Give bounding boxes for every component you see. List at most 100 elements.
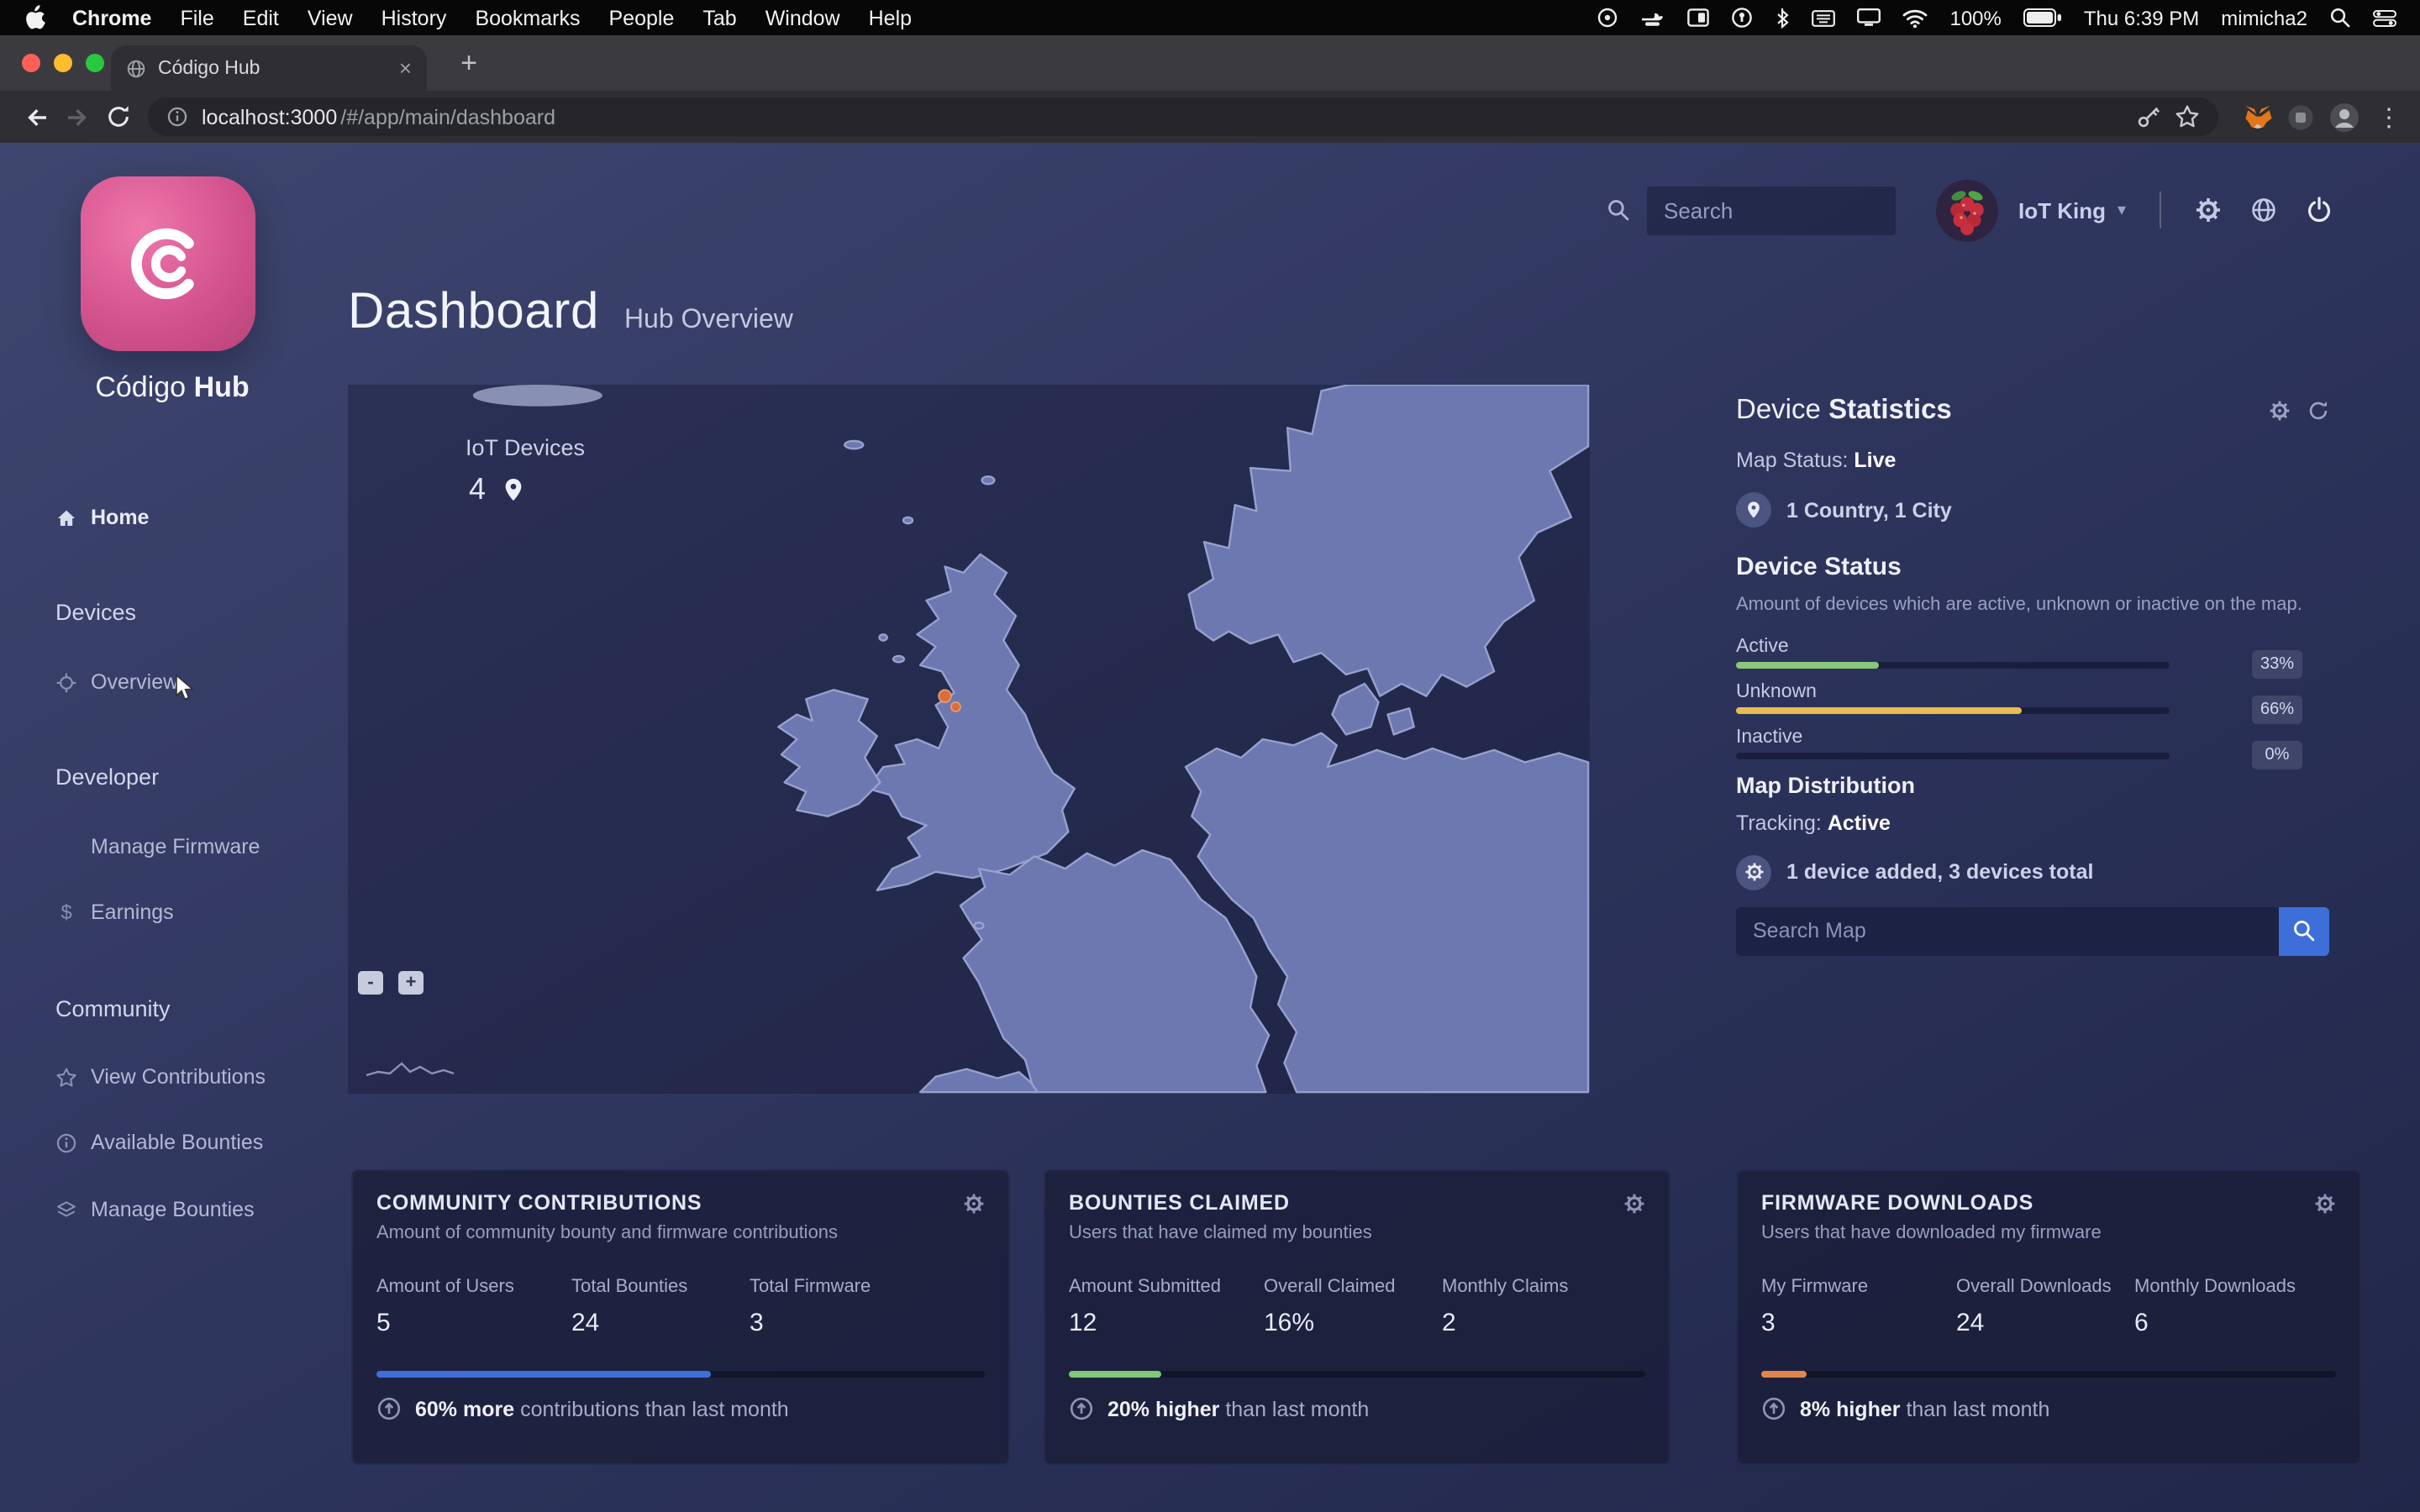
menu-edit[interactable]: Edit	[243, 6, 279, 29]
card-footer: 20% higher than last month	[1069, 1396, 1645, 1421]
map-search-input[interactable]	[1736, 906, 2279, 956]
back-button[interactable]	[17, 97, 57, 137]
map-zoom-controls: - +	[358, 971, 424, 995]
browser-menu-icon[interactable]: ⋮	[2376, 102, 2403, 132]
sidebar-item-home[interactable]: Home	[55, 506, 149, 529]
language-globe-icon[interactable]	[2250, 197, 2277, 223]
window-minimize-button[interactable]	[54, 54, 72, 72]
menu-tab[interactable]: Tab	[702, 6, 736, 29]
app-top-bar: IoT King ▾	[1607, 176, 2333, 244]
browser-tab[interactable]: Código Hub ×	[111, 45, 427, 91]
stats-title: Device Statistics	[1736, 395, 1952, 425]
browser-profile-icon[interactable]	[2329, 102, 2360, 132]
trend-up-icon	[1069, 1396, 1094, 1421]
tab-title: Código Hub	[158, 58, 260, 78]
stats-refresh-icon[interactable]	[2307, 400, 2329, 422]
status-bar-active: Active 33%	[1736, 637, 2329, 679]
stat-amount-submitted: Amount Submitted 12	[1069, 1277, 1221, 1337]
map-status-row: Map Status: Live	[1736, 449, 1897, 472]
sidebar-item-manage-bounties[interactable]: Manage Bounties	[55, 1198, 255, 1221]
menu-window[interactable]: Window	[765, 6, 840, 29]
tab-favicon	[126, 58, 146, 78]
map-search-button[interactable]	[2279, 906, 2329, 956]
menu-help[interactable]: Help	[869, 6, 912, 29]
map-devices-count: 4	[469, 472, 526, 507]
page-title: Dashboard	[348, 284, 599, 339]
menu-people[interactable]: People	[609, 6, 675, 29]
europe-map	[472, 385, 1590, 1094]
target-icon	[55, 671, 77, 693]
info-circle-icon	[55, 1131, 77, 1153]
username-label[interactable]: IoT King	[2018, 197, 2106, 223]
menu-app-name[interactable]: Chrome	[72, 6, 151, 29]
card-gear-icon[interactable]	[963, 1192, 985, 1214]
stat-overall-downloads: Overall Downloads 24	[1956, 1277, 2112, 1337]
docker-icon[interactable]	[1640, 8, 1665, 28]
global-search-input[interactable]	[1647, 186, 1896, 234]
sidebar-item-earnings[interactable]: $ Earnings	[55, 900, 173, 924]
menu-history[interactable]: History	[381, 6, 447, 29]
raspberry-avatar-image	[1936, 179, 1998, 241]
sidebar-item-view-contributions[interactable]: View Contributions	[55, 1065, 266, 1089]
window-close-button[interactable]	[22, 54, 40, 72]
stat-overall-claimed: Overall Claimed 16%	[1264, 1277, 1396, 1337]
device-status-bars: Active 33% Unknown 66% Inactive 0%	[1736, 637, 2329, 769]
spotlight-icon[interactable]	[2329, 7, 2351, 29]
map-devices-label: IoT Devices	[466, 435, 586, 460]
window-manager-icon[interactable]	[1687, 8, 1710, 27]
control-center-icon[interactable]	[2373, 9, 2396, 26]
sidebar-section-devices: Devices	[55, 600, 137, 625]
battery-icon[interactable]	[2023, 8, 2062, 27]
address-bar[interactable]: localhost:3000 /#/app/main/dashboard	[148, 97, 2218, 136]
display-icon[interactable]	[1857, 8, 1881, 27]
zoom-out-button[interactable]: -	[358, 971, 383, 995]
device-statistics-panel: Device Statistics Map Status: Live 1 Cou…	[1736, 395, 2329, 956]
apple-menu-icon[interactable]	[24, 5, 45, 30]
settings-gear-icon[interactable]	[2195, 197, 2222, 223]
pin-icon	[1744, 501, 1763, 519]
forward-button[interactable]	[57, 97, 97, 137]
page-header: Dashboard Hub Overview	[348, 284, 793, 341]
extension-icon[interactable]	[2287, 103, 2314, 130]
card-gear-icon[interactable]	[2314, 1192, 2336, 1214]
app-logo[interactable]	[81, 176, 255, 351]
stat-total-bounties: Total Bounties 24	[571, 1277, 688, 1337]
metamask-extension-icon[interactable]	[2244, 103, 2272, 130]
stat-monthly-claims: Monthly Claims 2	[1442, 1277, 1569, 1337]
status-bar-inactive: Inactive 0%	[1736, 727, 2329, 769]
tab-close-icon[interactable]: ×	[399, 55, 412, 81]
logout-power-icon[interactable]	[2306, 197, 2333, 223]
password-key-icon[interactable]	[2136, 104, 2161, 129]
user-avatar[interactable]	[1936, 179, 1998, 241]
sidebar-item-overview[interactable]: Overview	[55, 670, 178, 694]
menubar-clock[interactable]: Thu 6:39 PM	[2084, 6, 2199, 29]
sidebar-item-available-bounties[interactable]: Available Bounties	[55, 1131, 263, 1154]
window-zoom-button[interactable]	[86, 54, 104, 72]
card-gear-icon[interactable]	[1623, 1192, 1645, 1214]
menu-view[interactable]: View	[308, 6, 353, 29]
layers-icon	[55, 1199, 77, 1221]
card-bounties-claimed: BOUNTIES CLAIMED Users that have claimed…	[1044, 1169, 1670, 1465]
wifi-icon[interactable]	[1902, 8, 1928, 28]
new-tab-button[interactable]: +	[447, 44, 491, 84]
menubar-user[interactable]: mimicha2	[2221, 6, 2307, 29]
stat-total-firmware: Total Firmware 3	[750, 1277, 871, 1337]
stats-gear-icon[interactable]	[2269, 400, 2291, 422]
password-manager-icon[interactable]	[1731, 7, 1753, 29]
menu-file[interactable]: File	[180, 6, 213, 29]
card-footer: 60% more contributions than last month	[376, 1396, 985, 1421]
zoom-in-button[interactable]: +	[398, 971, 424, 995]
site-info-icon[interactable]	[166, 106, 188, 128]
status-badge: 0%	[2252, 740, 2302, 769]
chevron-down-icon[interactable]: ▾	[2118, 201, 2126, 219]
menu-bookmarks[interactable]: Bookmarks	[475, 6, 580, 29]
status-dial-icon[interactable]	[1597, 7, 1618, 29]
reload-button[interactable]	[97, 97, 138, 137]
browser-tab-strip: Código Hub × +	[0, 35, 2420, 91]
card-firmware-downloads: FIRMWARE DOWNLOADS Users that have downl…	[1736, 1169, 2361, 1465]
sidebar-item-manage-firmware[interactable]: Manage Firmware	[55, 835, 260, 858]
keyboard-icon[interactable]	[1812, 9, 1836, 26]
bookmark-star-icon[interactable]	[2175, 104, 2200, 129]
bluetooth-icon[interactable]	[1775, 7, 1790, 29]
device-map[interactable]: IoT Devices 4 - +	[348, 385, 1590, 1094]
